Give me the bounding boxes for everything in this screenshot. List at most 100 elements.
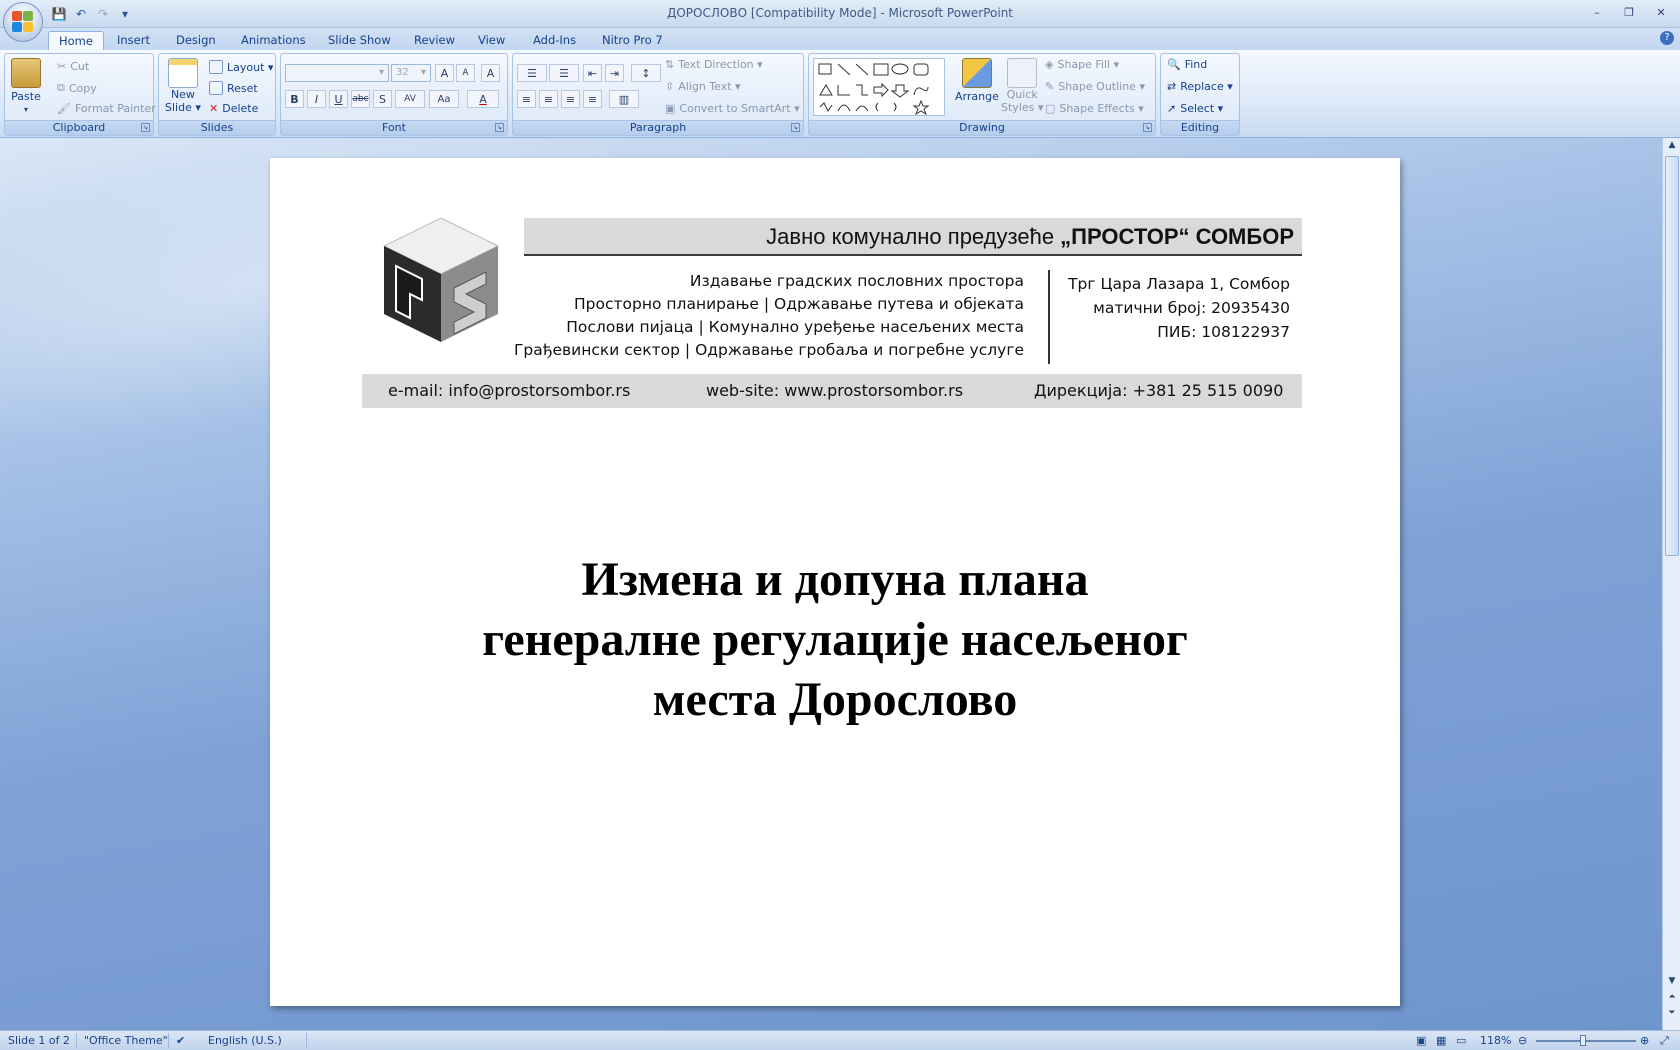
font-name-combo[interactable]: ▾: [285, 64, 389, 82]
italic-button[interactable]: I: [307, 90, 326, 108]
slide-canvas[interactable]: Јавно комунално предузеће „ПРОСТОР“ СОМБ…: [270, 158, 1400, 1006]
numbering-button[interactable]: ☰: [549, 64, 579, 82]
tab-review[interactable]: Review: [404, 31, 465, 50]
align-text-label: Align Text ▾: [678, 80, 741, 93]
tab-insert[interactable]: Insert: [107, 31, 160, 50]
theme-name[interactable]: "Office Theme": [84, 1034, 168, 1047]
justify-button[interactable]: ≡: [583, 90, 602, 108]
underline-button[interactable]: U: [329, 90, 348, 108]
email-text: e-mail: info@prostorsombor.rs: [388, 381, 631, 400]
numbering-icon: ☰: [559, 66, 569, 80]
slide-sorter-view-icon[interactable]: ▦: [1436, 1034, 1446, 1047]
drawing-launcher-icon[interactable]: ↘: [1143, 123, 1152, 132]
font-color-button[interactable]: A: [467, 90, 499, 108]
previous-slide-icon[interactable]: ⏶: [1665, 992, 1679, 1006]
arrange-button[interactable]: Arrange: [955, 58, 999, 103]
align-left-button[interactable]: ≡: [517, 90, 536, 108]
tab-design[interactable]: Design: [166, 31, 226, 50]
bold-button[interactable]: B: [285, 90, 304, 108]
reset-button[interactable]: Reset: [209, 81, 258, 95]
tab-nitro-pro[interactable]: Nitro Pro 7: [592, 31, 673, 50]
new-slide-button[interactable]: New Slide ▾: [165, 58, 201, 114]
tab-slide-show[interactable]: Slide Show: [318, 31, 401, 50]
company-header-band: Јавно комунално предузеће „ПРОСТОР“ СОМБ…: [524, 218, 1302, 256]
tab-add-ins[interactable]: Add-Ins: [523, 31, 586, 50]
select-button[interactable]: ➚ Select ▾: [1167, 102, 1223, 115]
close-button[interactable]: ✕: [1650, 3, 1672, 21]
scroll-down-icon[interactable]: ▼: [1665, 976, 1679, 990]
status-bar: Slide 1 of 2 "Office Theme" ✔ English (U…: [0, 1030, 1680, 1050]
format-painter-button[interactable]: 🖌 Format Painter: [57, 102, 156, 115]
clipboard-launcher-icon[interactable]: ↘: [141, 123, 150, 132]
find-button[interactable]: 🔍 Find: [1167, 58, 1207, 71]
align-center-button[interactable]: ≡: [539, 90, 558, 108]
address-block: Трг Цара Лазара 1, Сомбор матични број: …: [1060, 272, 1290, 344]
shape-outline-label: Shape Outline ▾: [1058, 80, 1145, 93]
shrink-font-button[interactable]: A: [456, 64, 475, 82]
scroll-thumb[interactable]: [1665, 156, 1679, 556]
fit-to-window-icon[interactable]: ⤢: [1660, 1034, 1669, 1048]
shape-fill-button[interactable]: ◈ Shape Fill ▾: [1045, 58, 1119, 71]
address-line: Трг Цара Лазара 1, Сомбор: [1068, 275, 1290, 293]
tab-animations[interactable]: Animations: [231, 31, 316, 50]
clear-formatting-button[interactable]: A: [481, 64, 500, 82]
next-slide-icon[interactable]: ⏷: [1665, 1008, 1679, 1022]
paste-button[interactable]: Paste ▾: [11, 58, 41, 114]
align-text-button[interactable]: ⇳ Align Text ▾: [665, 80, 741, 93]
minimize-button[interactable]: –: [1586, 3, 1608, 21]
scroll-up-icon[interactable]: ▲: [1665, 140, 1679, 154]
spell-check-icon[interactable]: ✔: [176, 1034, 185, 1047]
text-direction-icon: ⇅: [665, 58, 675, 71]
normal-view-icon[interactable]: ▣: [1416, 1034, 1426, 1047]
strikethrough-button[interactable]: abc: [351, 90, 370, 108]
change-case-button[interactable]: Aa: [429, 90, 459, 108]
italic-icon: I: [314, 92, 319, 106]
delete-button[interactable]: ✕ Delete: [209, 102, 258, 115]
copy-button[interactable]: ⧉ Copy: [57, 81, 97, 95]
font-size-combo[interactable]: 32 ▾: [391, 64, 431, 82]
language[interactable]: English (U.S.): [208, 1034, 282, 1047]
layout-button[interactable]: Layout ▾: [209, 60, 273, 74]
slide-show-view-icon[interactable]: ▭: [1456, 1034, 1466, 1047]
tab-home[interactable]: Home: [48, 31, 104, 50]
new-slide-icon: [167, 58, 198, 88]
zoom-out-icon[interactable]: ⊖: [1518, 1034, 1527, 1047]
company-prefix: Јавно комунално предузеће: [766, 224, 1061, 249]
font-launcher-icon[interactable]: ↘: [495, 123, 504, 132]
bullets-button[interactable]: ☰: [517, 64, 547, 82]
slides-group: New Slide ▾ Layout ▾ Reset ✕ Delete Slide…: [158, 53, 276, 136]
copy-label: Copy: [68, 81, 97, 95]
paste-label: Paste: [11, 90, 41, 103]
paragraph-launcher-icon[interactable]: ↘: [791, 123, 800, 132]
help-icon[interactable]: ?: [1660, 31, 1674, 45]
replace-button[interactable]: ⇄ Replace ▾: [1167, 80, 1233, 93]
quick-styles-button[interactable]: Quick Styles ▾: [1001, 58, 1043, 114]
text-direction-button[interactable]: ⇅ Text Direction ▾: [665, 58, 763, 71]
restore-button[interactable]: ❐: [1618, 3, 1640, 21]
cut-button[interactable]: ✂ Cut: [57, 60, 89, 73]
line-spacing-button[interactable]: ↕: [631, 64, 661, 82]
decrease-indent-button[interactable]: ⇤: [583, 64, 602, 82]
increase-indent-button[interactable]: ⇥: [605, 64, 624, 82]
brush-icon: 🖌: [57, 102, 71, 115]
align-right-button[interactable]: ≡: [561, 90, 580, 108]
office-button[interactable]: [3, 2, 43, 42]
services-list: Издавање градских пословних простора Про…: [470, 270, 1024, 362]
character-spacing-button[interactable]: AV: [395, 90, 425, 108]
zoom-in-icon[interactable]: ⊕: [1640, 1034, 1649, 1047]
shadow-button[interactable]: S: [373, 90, 392, 108]
shape-outline-button[interactable]: ✎ Shape Outline ▾: [1045, 80, 1145, 93]
shape-effects-button[interactable]: ▢ Shape Effects ▾: [1045, 102, 1144, 115]
grow-font-button[interactable]: A: [435, 64, 454, 82]
shapes-gallery[interactable]: [813, 58, 945, 116]
columns-button[interactable]: ▥: [609, 90, 639, 108]
zoom-level[interactable]: 118%: [1480, 1034, 1511, 1047]
styles-label: Styles ▾: [1001, 101, 1044, 114]
zoom-slider[interactable]: [1536, 1040, 1636, 1042]
convert-smartart-button[interactable]: ▣ Convert to SmartArt ▾: [665, 102, 800, 115]
slide-title[interactable]: Измена и допуна плана генералне регулаци…: [330, 550, 1340, 730]
tab-view[interactable]: View: [468, 31, 515, 50]
zoom-slider-thumb[interactable]: [1580, 1035, 1586, 1046]
vertical-scrollbar[interactable]: ▲ ▼ ⏶ ⏷: [1662, 138, 1680, 1030]
font-group: ▾ 32 ▾ A A A B I U abc S AV Aa A Font ↘: [280, 53, 508, 136]
